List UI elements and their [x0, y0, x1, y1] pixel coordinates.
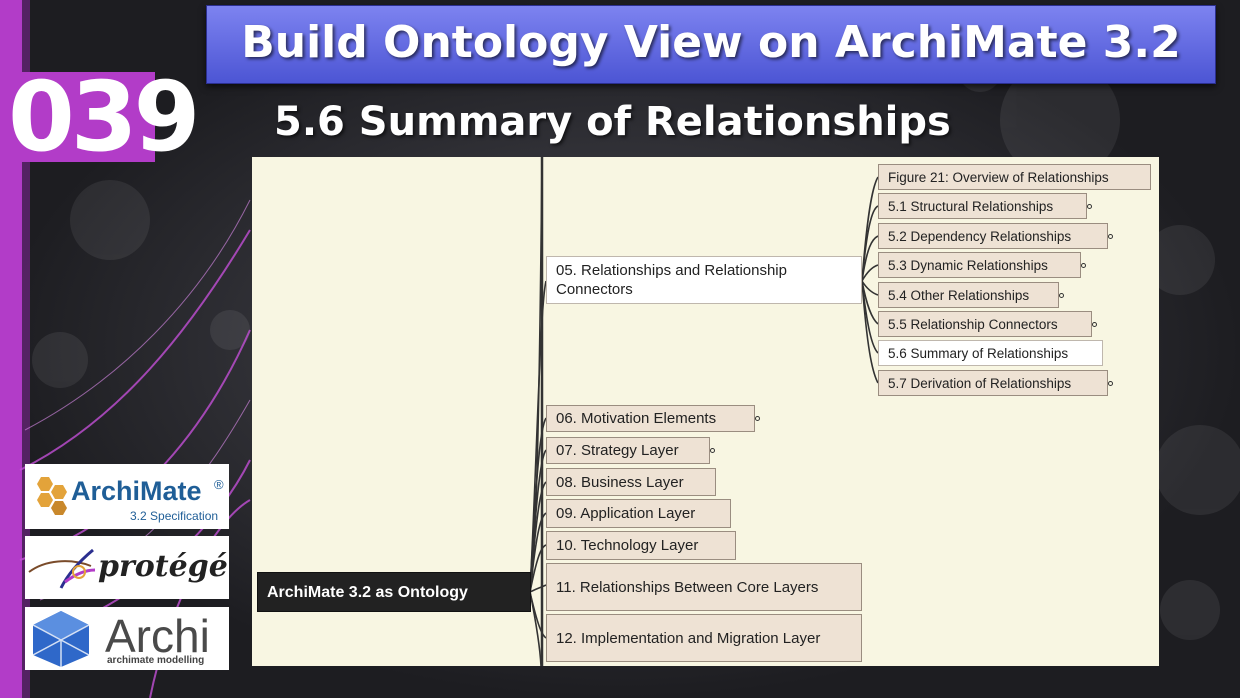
node-section-09-label: 09. Application Layer — [556, 505, 696, 522]
slide-subtitle: 5.6 Summary of Relationships — [274, 99, 951, 145]
node-5-6-selected[interactable]: 5.6 Summary of Relationships — [878, 340, 1103, 366]
expand-knob[interactable] — [1108, 234, 1113, 239]
node-section-08-label: 08. Business Layer — [556, 473, 684, 491]
expand-knob[interactable] — [1081, 263, 1086, 268]
node-5-5-label: 5.5 Relationship Connectors — [888, 316, 1058, 332]
node-section-10[interactable]: 10. Technology Layer — [546, 531, 736, 560]
protege-logo-text: protégé — [98, 549, 228, 584]
node-section-08[interactable]: 08. Business Layer — [546, 468, 716, 496]
node-figure-21[interactable]: Figure 21: Overview of Relationships — [878, 164, 1151, 190]
hexagon-icon — [37, 477, 67, 515]
node-5-4-label: 5.4 Other Relationships — [888, 287, 1030, 303]
protege-logo: protégé — [25, 536, 229, 599]
node-section-05-label: 05. Relationships and Relationship Conne… — [556, 262, 787, 298]
node-section-12-label: 12. Implementation and Migration Layer — [556, 629, 821, 647]
archimate-logo: ArchiMate ® 3.2 Specification — [25, 464, 229, 529]
archimate-logo-text: ArchiMate — [71, 476, 202, 506]
node-5-7-label: 5.7 Derivation of Relationships — [888, 375, 1072, 391]
node-5-6-label: 5.6 Summary of Relationships — [888, 345, 1069, 361]
protege-swirl-icon — [28, 548, 96, 589]
expand-knob[interactable] — [1087, 204, 1092, 209]
expand-knob[interactable] — [1108, 381, 1113, 386]
episode-number: 039 — [8, 61, 200, 173]
node-section-05[interactable]: 05. Relationships and Relationship Conne… — [546, 256, 862, 304]
expand-knob[interactable] — [1092, 322, 1097, 327]
node-5-7[interactable]: 5.7 Derivation of Relationships — [878, 370, 1108, 396]
expand-knob[interactable] — [1059, 293, 1064, 298]
archi-cube-icon — [32, 611, 90, 667]
node-section-07[interactable]: 07. Strategy Layer — [546, 437, 710, 464]
node-figure-21-label: Figure 21: Overview of Relationships — [888, 169, 1109, 185]
slide-title: Build Ontology View on ArchiMate 3.2 — [241, 17, 1181, 68]
root-node-label: ArchiMate 3.2 as Ontology — [267, 583, 468, 601]
node-5-3[interactable]: 5.3 Dynamic Relationships — [878, 252, 1081, 278]
node-section-12[interactable]: 12. Implementation and Migration Layer — [546, 614, 862, 662]
node-5-1[interactable]: 5.1 Structural Relationships — [878, 193, 1087, 219]
node-5-2[interactable]: 5.2 Dependency Relationships — [878, 223, 1108, 249]
expand-knob[interactable] — [755, 416, 760, 421]
node-section-10-label: 10. Technology Layer — [556, 537, 699, 554]
archimate-logo-caption: 3.2 Specification — [130, 509, 219, 523]
node-5-5[interactable]: 5.5 Relationship Connectors — [878, 311, 1092, 337]
archi-logo: Archi archimate modelling — [25, 607, 229, 670]
node-section-06-label: 06. Motivation Elements — [556, 410, 717, 427]
title-banner: Build Ontology View on ArchiMate 3.2 — [206, 5, 1216, 84]
registered-mark: ® — [214, 477, 224, 492]
node-5-3-label: 5.3 Dynamic Relationships — [888, 257, 1048, 273]
node-5-4[interactable]: 5.4 Other Relationships — [878, 282, 1059, 308]
archi-logo-caption: archimate modelling — [107, 655, 205, 666]
root-node[interactable]: ArchiMate 3.2 as Ontology — [257, 572, 531, 612]
node-5-1-label: 5.1 Structural Relationships — [888, 198, 1054, 214]
node-section-11[interactable]: 11. Relationships Between Core Layers — [546, 563, 862, 611]
node-section-06[interactable]: 06. Motivation Elements — [546, 405, 755, 432]
node-section-11-label: 11. Relationships Between Core Layers — [556, 578, 819, 596]
node-section-07-label: 07. Strategy Layer — [556, 442, 679, 459]
node-5-2-label: 5.2 Dependency Relationships — [888, 228, 1072, 244]
expand-knob[interactable] — [710, 448, 715, 453]
node-section-09[interactable]: 09. Application Layer — [546, 499, 731, 528]
mindmap-canvas[interactable]: ArchiMate 3.2 as Ontology 05. Relationsh… — [252, 157, 1159, 666]
